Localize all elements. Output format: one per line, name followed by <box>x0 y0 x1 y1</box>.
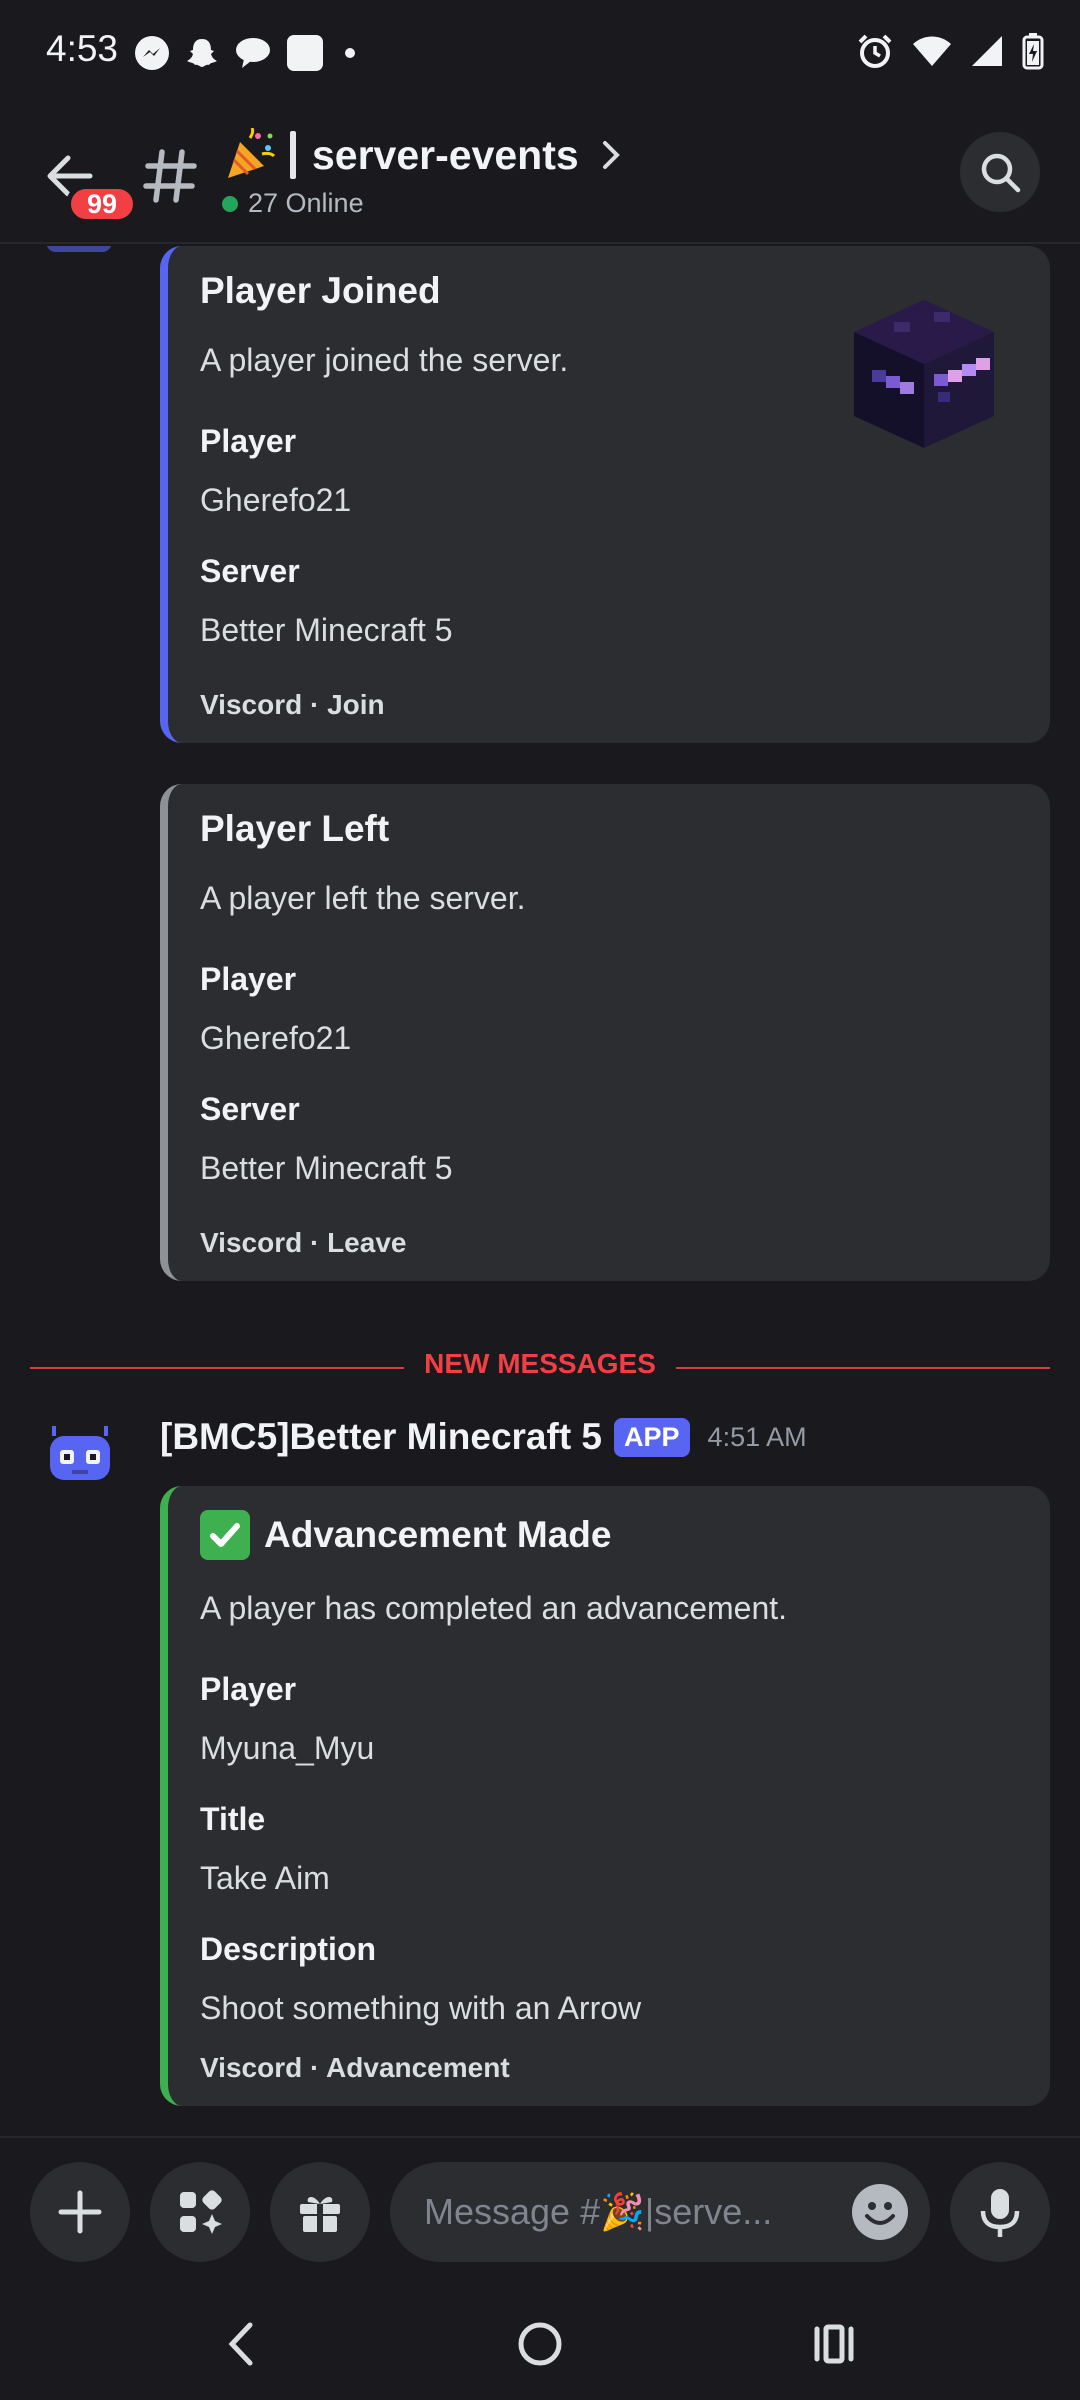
embed-field-value: Take Aim <box>200 1860 330 1896</box>
bot-avatar-icon[interactable] <box>44 1416 116 1488</box>
message-timestamp: 4:51 AM <box>707 1421 807 1452</box>
embed-field-name: Player <box>200 961 297 997</box>
embed-field-value: Better Minecraft 5 <box>200 612 453 648</box>
gift-button[interactable] <box>270 2162 370 2262</box>
embed-advancement-made: Advancement Made A player has completed … <box>160 1486 1050 2106</box>
dot-icon <box>345 48 355 58</box>
chevron-left-icon <box>228 2322 253 2366</box>
status-time: 4:53 <box>46 28 119 69</box>
embed-player-left: Player Left A player left the server. Pl… <box>160 784 1050 1281</box>
minecraft-player-head-icon[interactable] <box>834 282 1014 462</box>
nav-recents-button[interactable] <box>802 2312 866 2376</box>
embed-field-value: Myuna_Myu <box>200 1730 375 1766</box>
title-divider <box>290 131 296 179</box>
online-count: 27 Online <box>248 188 364 218</box>
circle-icon <box>518 2322 562 2366</box>
unread-badge: 99 <box>66 184 138 224</box>
embed-player-joined: Player Joined A player joined the server… <box>160 246 1050 743</box>
party-popper-icon <box>228 128 276 178</box>
recents-icon <box>814 2324 854 2364</box>
embed-footer: Viscord · Advancement <box>200 2052 510 2083</box>
wifi-icon <box>913 36 951 66</box>
nav-back-button[interactable] <box>210 2312 274 2376</box>
new-messages-label: NEW MESSAGES <box>404 1348 676 1379</box>
embed-title: Advancement Made <box>264 1514 612 1555</box>
new-messages-divider: NEW MESSAGES <box>30 1348 1050 1388</box>
apps-sparkle-icon <box>180 2190 222 2234</box>
embed-description: A player left the server. <box>200 880 526 916</box>
system-icons <box>856 32 1044 70</box>
embed-field-name: Server <box>200 1091 300 1127</box>
smiley-icon <box>865 2202 895 2225</box>
alarm-icon <box>858 34 892 68</box>
hash-icon <box>143 149 197 203</box>
embed-field-value: Shoot something with an Arrow <box>200 1990 642 2026</box>
status-bar: 4:53 <box>0 0 1080 100</box>
microphone-icon <box>980 2189 1020 2237</box>
online-status: 27 Online <box>222 188 364 219</box>
message-input[interactable] <box>424 2191 824 2233</box>
embed-title-row: Advancement Made <box>200 1510 1020 1560</box>
add-attachment-button[interactable] <box>30 2162 130 2262</box>
voice-message-button[interactable] <box>950 2162 1050 2262</box>
embed-title: Player Left <box>200 808 390 849</box>
channel-header: 99 server-events 27 Online <box>0 100 1080 244</box>
battery-charging-icon <box>1022 33 1044 70</box>
system-nav-bar <box>0 2288 1080 2400</box>
embed-field-value: Better Minecraft 5 <box>200 1150 453 1186</box>
embed-field-value: Gherefo21 <box>200 482 352 518</box>
search-icon <box>981 153 1021 193</box>
chat-bubble-icon <box>236 38 270 68</box>
nav-home-button[interactable] <box>508 2312 572 2376</box>
square-app-icon <box>287 35 323 71</box>
message-header: [BMC5]Better Minecraft 5 APP 4:51 AM <box>160 1416 807 1458</box>
app-badge: APP <box>614 1417 690 1457</box>
chevron-right-icon <box>602 141 620 169</box>
embed-field-name: Title <box>200 1801 266 1837</box>
embed-field-value: Gherefo21 <box>200 1020 352 1056</box>
author-name[interactable]: [BMC5]Better Minecraft 5 <box>160 1416 602 1458</box>
online-dot <box>222 195 238 212</box>
embed-field-name: Server <box>200 553 300 589</box>
messenger-icon <box>135 36 169 70</box>
check-mark-icon <box>200 1510 250 1560</box>
notification-icons <box>134 34 362 72</box>
embed-field-name: Description <box>200 1931 377 1967</box>
apps-button[interactable] <box>150 2162 250 2262</box>
gift-icon <box>300 2197 340 2232</box>
plus-icon <box>58 2190 102 2234</box>
message-input-wrapper <box>390 2162 930 2262</box>
emoji-button[interactable] <box>852 2184 908 2240</box>
message-composer <box>0 2136 1080 2286</box>
channel-title[interactable]: server-events <box>222 128 623 182</box>
snapchat-icon <box>187 39 217 67</box>
signal-icon <box>972 36 1002 66</box>
message-list[interactable]: Player Joined A player joined the server… <box>0 246 1080 2136</box>
channel-name: server-events <box>312 131 579 178</box>
embed-field-name: Player <box>200 1671 297 1707</box>
embed-description: A player has completed an advancement. <box>200 1590 788 1626</box>
embed-footer: Viscord · Join <box>200 689 385 720</box>
avatar[interactable] <box>46 246 112 252</box>
embed-footer: Viscord · Leave <box>200 1227 407 1258</box>
search-button[interactable] <box>960 132 1040 212</box>
